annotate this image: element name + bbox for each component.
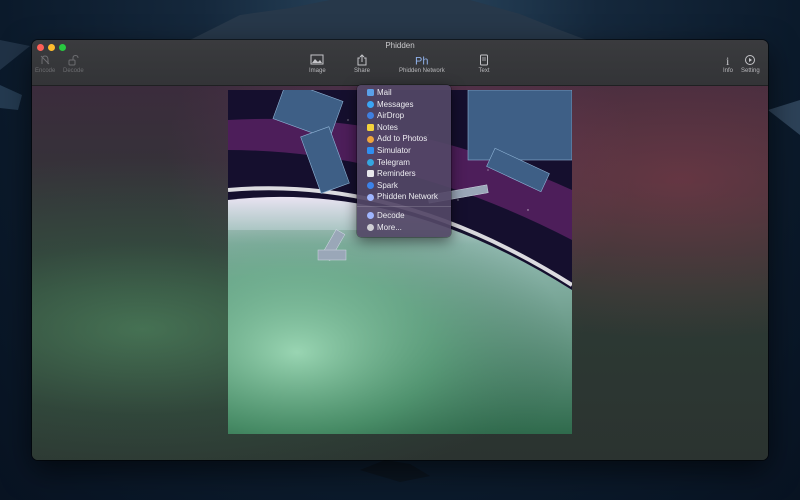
menu-item-label: AirDrop [377,111,405,121]
encode-label: Encode [35,68,56,74]
menu-item-airdrop[interactable]: AirDrop [357,110,451,122]
image-button[interactable]: Image [309,54,326,74]
menu-item-label: Spark [377,180,398,190]
setting-label: Setting [741,68,760,74]
share-button[interactable]: Share [354,54,370,74]
telegram-icon [367,158,374,166]
menu-item-label: Phidden Network [377,192,438,202]
airdrop-icon [367,112,374,120]
text-button[interactable]: Text [478,54,490,74]
menu-item-mail[interactable]: Mail [357,87,451,99]
menu-item-label: Telegram [377,157,410,167]
encode-icon [40,55,50,65]
info-label: Info [722,68,733,74]
share-menu: Mail Messages AirDrop Notes Add to Photo… [357,85,451,237]
info-button[interactable]: i Info [722,54,734,74]
menu-item-reminders[interactable]: Reminders [357,168,451,180]
menu-item-label: Mail [377,88,392,97]
menu-item-add-to-photos[interactable]: Add to Photos [357,133,451,145]
phidden-network-icon [367,193,374,201]
decode-icon [367,212,374,220]
messages-icon [367,100,374,108]
svg-text:i: i [726,54,730,66]
menu-item-notes[interactable]: Notes [357,122,451,134]
menu-item-label: Decode [377,210,405,220]
simulator-icon [367,147,374,155]
photos-icon [367,135,374,143]
menu-item-label: Reminders [377,169,416,179]
document-icon [480,54,488,66]
encode-button[interactable]: Encode [35,54,55,74]
share-label: Share [354,68,371,74]
share-icon [357,54,367,66]
mail-icon [367,89,374,97]
menu-item-label: Notes [377,122,398,132]
image-label: Image [309,68,326,74]
menu-item-label: Simulator [377,145,411,155]
decode-button[interactable]: Decode [63,54,84,74]
menu-separator [357,205,451,207]
setting-button[interactable]: Setting [741,54,760,74]
reminders-icon [367,170,374,178]
info-icon: i [726,54,730,66]
notes-icon [367,124,374,132]
text-label: Text [478,68,490,74]
menu-item-label: Add to Photos [377,134,428,144]
phidden-network-icon: Ph [415,56,428,67]
menu-item-label: Messages [377,99,414,109]
menu-item-spark[interactable]: Spark [357,180,451,192]
menu-item-phidden-network[interactable]: Phidden Network [357,191,451,203]
window-title: Phidden [385,41,415,50]
unlock-icon [68,54,79,66]
menu-item-decode[interactable]: Decode [357,210,451,222]
gear-icon [745,55,756,65]
toolbar: Phidden Encode Decode Image Share Ph Phi… [32,40,768,86]
phidden-network-button[interactable]: Ph Phidden Network [399,54,445,75]
phidden-network-label: Phidden Network [399,68,445,74]
spark-icon [367,182,374,190]
image-icon [310,54,324,65]
more-icon [367,223,374,231]
menu-item-messages[interactable]: Messages [357,99,451,111]
decode-label: Decode [63,68,84,74]
menu-item-simulator[interactable]: Simulator [357,145,451,157]
svg-text:Ph: Ph [415,56,428,67]
menu-item-label: More... [377,222,402,232]
menu-item-telegram[interactable]: Telegram [357,157,451,169]
menu-item-more[interactable]: More... [357,222,451,234]
